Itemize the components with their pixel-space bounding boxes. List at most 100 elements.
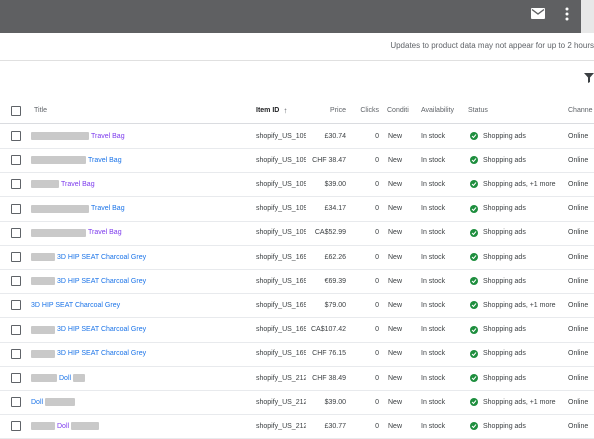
row-checkbox[interactable] [11,252,21,262]
price-cell: £62.26 [324,253,346,261]
table-row[interactable]: Doll shopify_US_212 $39.00 0 New In stock Shop… [0,390,594,416]
col-availability[interactable]: Availability [421,98,465,123]
app-topbar [0,0,594,33]
channel-cell: Online [568,326,589,334]
row-select-cell [11,221,25,245]
row-checkbox[interactable] [11,300,21,311]
product-title-link[interactable]: 3D HIP SEAT Charcoal Grey [31,302,120,309]
table-row[interactable]: Travel Bag shopify_US_109 CHF 38.47 0 New In … [0,148,594,174]
row-select-cell [11,197,25,221]
row-checkbox[interactable] [11,397,21,408]
row-checkbox[interactable] [11,227,21,238]
row-checkbox[interactable] [11,276,21,287]
condition-cell: New [388,180,403,188]
price-cell: CHF 76.15 [312,350,346,358]
product-title-link[interactable]: Doll [59,375,71,382]
product-title-link[interactable]: 3D HIP SEAT Charcoal Grey [57,350,146,357]
availability-cell: In stock [421,180,446,188]
price-cell: £34.17 [324,205,346,213]
select-all-checkbox[interactable] [11,105,21,116]
col-condition[interactable]: Conditi [387,98,413,123]
product-title-link[interactable]: 3D HIP SEAT Charcoal Grey [57,254,146,261]
table-header: Title Item ID ↑ Price Clicks Conditi Ava… [0,98,594,124]
channel-cell: Online [568,253,589,261]
row-select-cell [11,414,25,438]
check-circle-icon [470,228,478,237]
table-row[interactable]: 3D HIP SEAT Charcoal Grey shopify_US_169 £… [0,245,594,270]
redacted-text [31,349,55,358]
table-row[interactable]: Doll shopify_US_212 CHF 38.49 0 New In stock S… [0,366,594,391]
channel-cell: Online [568,422,589,430]
check-circle-icon [470,253,478,261]
redacted-text [31,204,89,213]
row-checkbox[interactable] [11,131,21,141]
col-price[interactable]: Price [300,98,346,123]
product-title-link[interactable]: Doll [31,399,43,406]
product-title-link[interactable]: 3D HIP SEAT Charcoal Grey [57,326,146,333]
product-title-link[interactable]: Travel Bag [61,181,95,188]
availability-cell: In stock [421,326,446,334]
row-checkbox[interactable] [11,373,21,383]
condition-cell: New [388,132,403,140]
availability-cell: In stock [421,301,446,309]
mail-icon[interactable] [531,8,545,19]
availability-cell: In stock [421,156,446,164]
table-row[interactable]: Travel Bag shopify_US_109 £30.74 0 New In sto… [0,124,594,149]
redacted-text [31,277,55,286]
col-title[interactable]: Title [34,98,234,123]
col-clicks[interactable]: Clicks [350,98,379,123]
clicks-cell: 0 [375,277,379,285]
table-row[interactable]: Travel Bag shopify_US_109 £34.17 0 New In sto… [0,197,594,222]
title-cell: Doll [31,390,251,414]
table-row[interactable]: 3D HIP SEAT Charcoal Grey shopify_US_169 $… [0,293,594,319]
row-select-cell [11,366,25,390]
channel-cell: Online [568,205,589,213]
clicks-cell: 0 [375,205,379,213]
availability-cell: In stock [421,374,446,382]
table-row[interactable]: Doll shopify_US_212 £30.77 0 New In stock Shop… [0,414,594,439]
channel-cell: Online [568,156,589,164]
product-title-link[interactable]: Travel Bag [88,157,122,164]
item-id-cell: shopify_US_109 [256,132,306,140]
status-text: Shopping ads [483,132,526,140]
channel-cell: Online [568,374,589,382]
row-select-cell [11,148,25,172]
price-cell: €69.39 [324,277,346,285]
status-cell: Shopping ads [470,124,566,148]
more-vert-icon[interactable] [563,7,571,21]
table-row[interactable]: 3D HIP SEAT Charcoal Grey shopify_US_169 C… [0,318,594,343]
title-cell: 3D HIP SEAT Charcoal Grey [31,269,251,293]
row-checkbox[interactable] [11,421,21,432]
item-id-cell: shopify_US_109 [256,229,306,237]
status-text: Shopping ads [483,326,526,334]
filter-icon[interactable] [584,73,594,83]
table-row[interactable]: Travel Bag shopify_US_109 CA$52.99 0 New In s… [0,221,594,246]
table-row[interactable]: Travel Bag shopify_US_109 $39.00 0 New In sto… [0,172,594,198]
row-checkbox[interactable] [11,203,21,214]
channel-cell: Online [568,398,589,406]
col-status[interactable]: Status [468,98,558,123]
availability-cell: In stock [421,132,446,140]
row-checkbox[interactable] [11,348,21,359]
product-title-link[interactable]: 3D HIP SEAT Charcoal Grey [57,278,146,285]
table-row[interactable]: 3D HIP SEAT Charcoal Grey shopify_US_169 C… [0,342,594,367]
product-title-link[interactable]: Travel Bag [88,229,122,236]
row-checkbox[interactable] [11,155,21,166]
product-title-link[interactable]: Travel Bag [91,205,125,212]
redacted-text [31,374,57,382]
table-row[interactable]: 3D HIP SEAT Charcoal Grey shopify_US_169 €… [0,269,594,295]
col-channel[interactable]: Channe [568,98,594,123]
status-text: Shopping ads [483,422,526,430]
status-cell: Shopping ads [470,245,566,269]
title-cell: Travel Bag [31,148,251,172]
product-title-link[interactable]: Doll [57,423,69,430]
row-checkbox[interactable] [11,179,21,190]
product-title-link[interactable]: Travel Bag [91,133,125,140]
title-cell: 3D HIP SEAT Charcoal Grey [31,293,251,317]
item-id-cell: shopify_US_212 [256,374,306,382]
row-select-cell [11,172,25,196]
item-id-cell: shopify_US_169 [256,277,306,285]
row-checkbox[interactable] [11,324,21,335]
check-circle-icon [470,325,478,334]
channel-cell: Online [568,132,589,140]
